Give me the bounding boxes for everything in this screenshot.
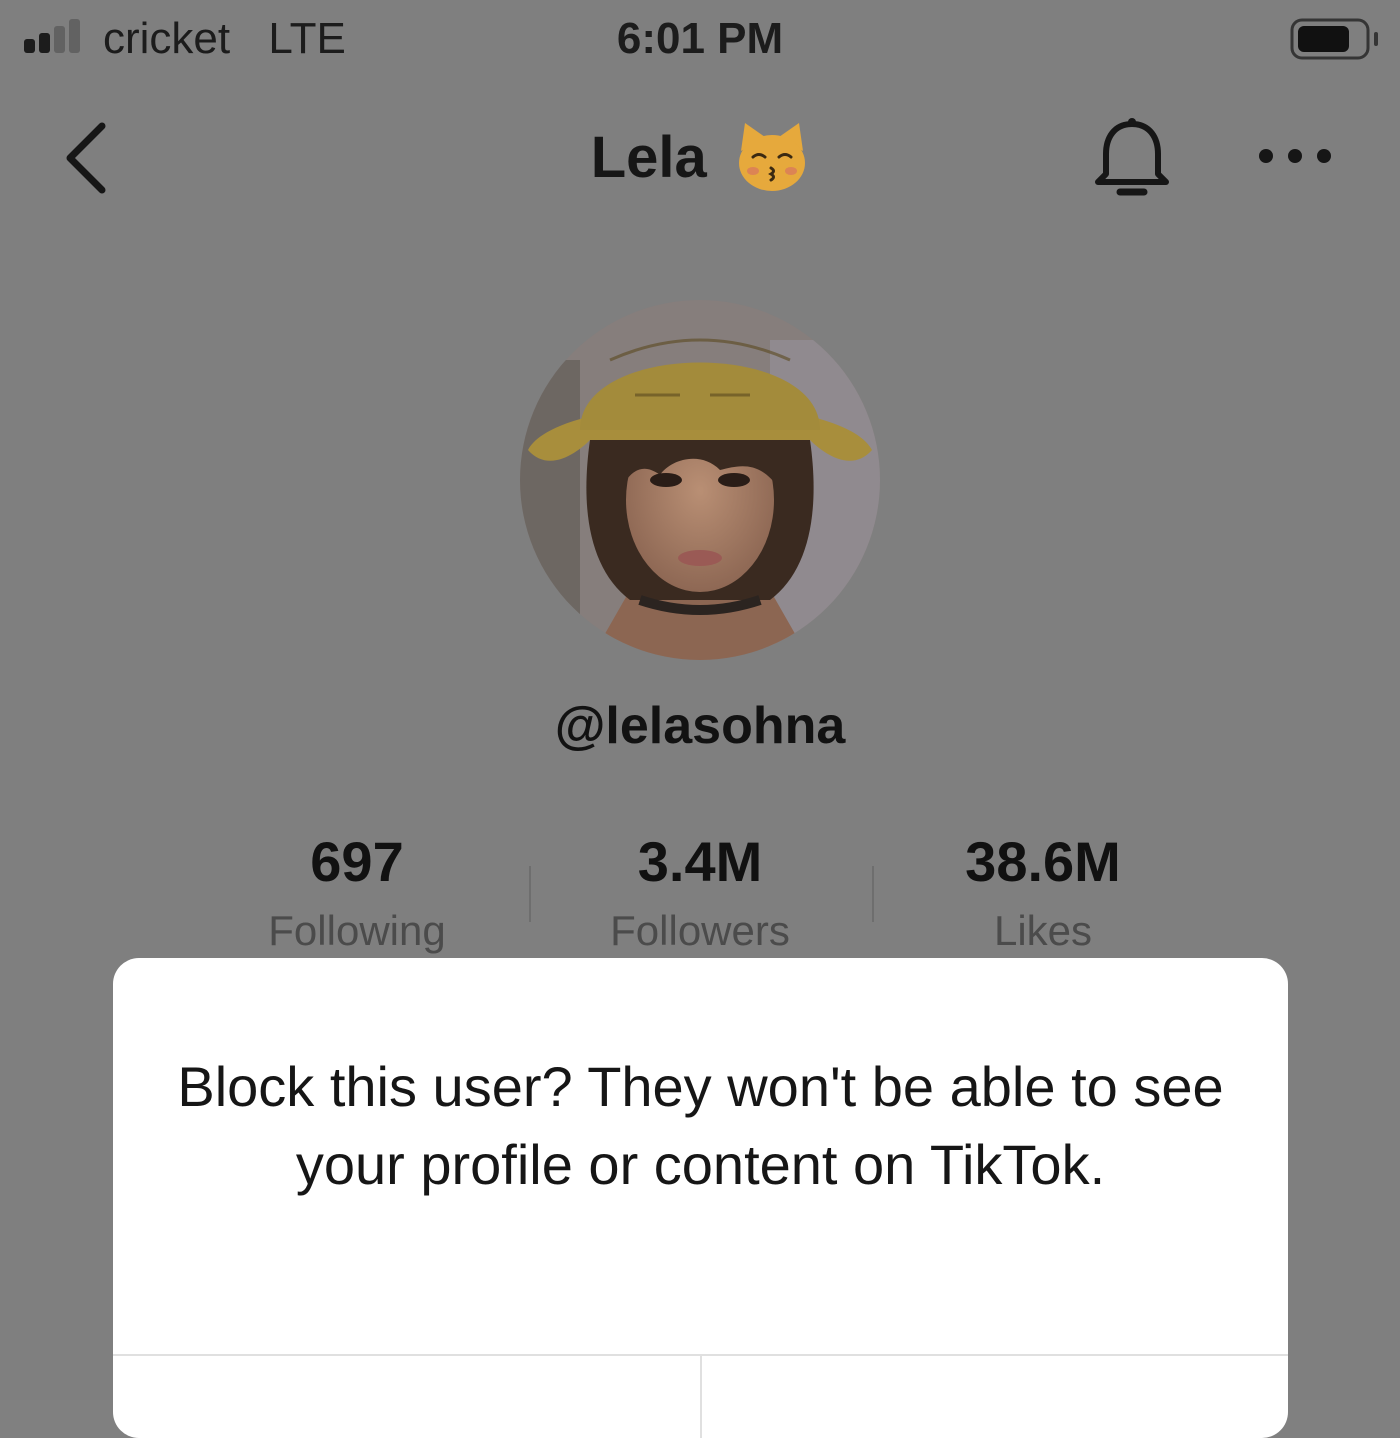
clock: 6:01 PM — [616, 14, 784, 63]
carrier-name: cricket — [103, 14, 231, 63]
back-button[interactable] — [50, 118, 130, 198]
status-bar: cricket LTE 6:01 PM — [0, 0, 1400, 80]
followers-count: 3.4M — [637, 830, 763, 893]
bell-icon — [1095, 118, 1169, 196]
network-type: LTE — [268, 14, 346, 63]
profile-header: Lela — [0, 90, 1400, 230]
more-options-button[interactable] — [1252, 128, 1338, 184]
cellular-signal-icon — [24, 19, 80, 53]
chevron-left-icon — [66, 122, 106, 194]
display-name: Lela — [590, 125, 707, 190]
block-user-dialog: Block this user? They won't be able to s… — [113, 958, 1288, 1438]
following-label: Following — [268, 907, 446, 954]
stat-following[interactable]: 697 Following — [187, 830, 527, 956]
likes-label: Likes — [993, 907, 1093, 954]
carrier-label: cricket LTE — [103, 12, 346, 66]
more-horizontal-icon — [1259, 149, 1331, 163]
kissing-cat-face-icon — [739, 123, 806, 191]
stat-likes: 38.6M Likes — [873, 830, 1213, 956]
avatar[interactable] — [520, 300, 880, 660]
notification-bell-button[interactable] — [1090, 116, 1174, 206]
battery-icon — [1290, 18, 1378, 60]
dialog-message: Block this user? They won't be able to s… — [177, 1055, 1224, 1196]
block-button[interactable] — [702, 1356, 1288, 1438]
followers-label: Followers — [610, 907, 790, 954]
cancel-button[interactable] — [113, 1356, 700, 1438]
stat-followers[interactable]: 3.4M Followers — [530, 830, 870, 956]
username: @lelasohna — [554, 697, 846, 755]
following-count: 697 — [310, 830, 404, 893]
page-title: Lela — [350, 118, 1050, 198]
profile-screen: cricket LTE 6:01 PM Lela @lelasohna 697 … — [0, 0, 1400, 1438]
likes-count: 38.6M — [965, 830, 1121, 893]
